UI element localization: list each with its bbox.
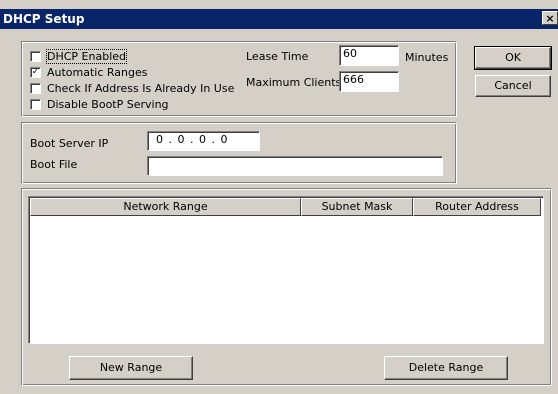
- maximum-clients-input[interactable]: 666: [339, 71, 399, 92]
- window-title: DHCP Setup: [3, 12, 85, 26]
- boot-file-label: Boot File: [30, 158, 78, 171]
- dhcp-enabled-label: DHCP Enabled: [45, 48, 128, 64]
- column-header-network-range[interactable]: Network Range: [30, 198, 301, 216]
- disable-bootp-checkbox-box[interactable]: [30, 98, 41, 110]
- cancel-button[interactable]: Cancel: [475, 75, 551, 97]
- automatic-ranges-label: Automatic Ranges: [47, 65, 148, 79]
- delete-range-button[interactable]: Delete Range: [384, 356, 508, 380]
- new-range-button[interactable]: New Range: [69, 356, 193, 380]
- ranges-list[interactable]: Network Range Subnet Mask Router Address: [28, 196, 544, 344]
- dhcp-enabled-checkbox[interactable]: DHCP Enabled: [30, 48, 128, 64]
- boot-server-ip-input[interactable]: 0 . 0 . 0 . 0: [147, 131, 260, 151]
- close-button[interactable]: ×: [542, 11, 558, 25]
- close-icon: ×: [545, 12, 555, 25]
- boot-file-input[interactable]: [147, 156, 443, 176]
- dhcp-setup-dialog: DHCP Setup × DHCP Enabled ✓ Automatic Ra…: [0, 0, 558, 394]
- lease-time-input[interactable]: 60: [339, 45, 399, 66]
- lease-time-label: Lease Time: [246, 50, 309, 63]
- column-header-subnet-mask[interactable]: Subnet Mask: [301, 198, 413, 216]
- check-address-checkbox-box[interactable]: [30, 82, 41, 94]
- automatic-ranges-checkbox[interactable]: ✓ Automatic Ranges: [30, 65, 148, 79]
- disable-bootp-label: Disable BootP Serving: [47, 97, 169, 111]
- boot-server-ip-label: Boot Server IP: [30, 137, 109, 150]
- checkmark-icon[interactable]: ✓: [30, 66, 41, 78]
- disable-bootp-checkbox[interactable]: Disable BootP Serving: [30, 97, 169, 111]
- column-header-router-address[interactable]: Router Address: [413, 198, 541, 216]
- check-address-checkbox[interactable]: Check If Address Is Already In Use: [30, 81, 234, 95]
- maximum-clients-label: Maximum Clients: [246, 76, 342, 89]
- ok-button[interactable]: OK: [474, 46, 552, 70]
- dhcp-enabled-checkbox-box[interactable]: [30, 50, 41, 62]
- title-bar[interactable]: DHCP Setup ×: [0, 9, 558, 29]
- lease-time-unit: Minutes: [405, 51, 449, 64]
- check-address-label: Check If Address Is Already In Use: [47, 81, 235, 95]
